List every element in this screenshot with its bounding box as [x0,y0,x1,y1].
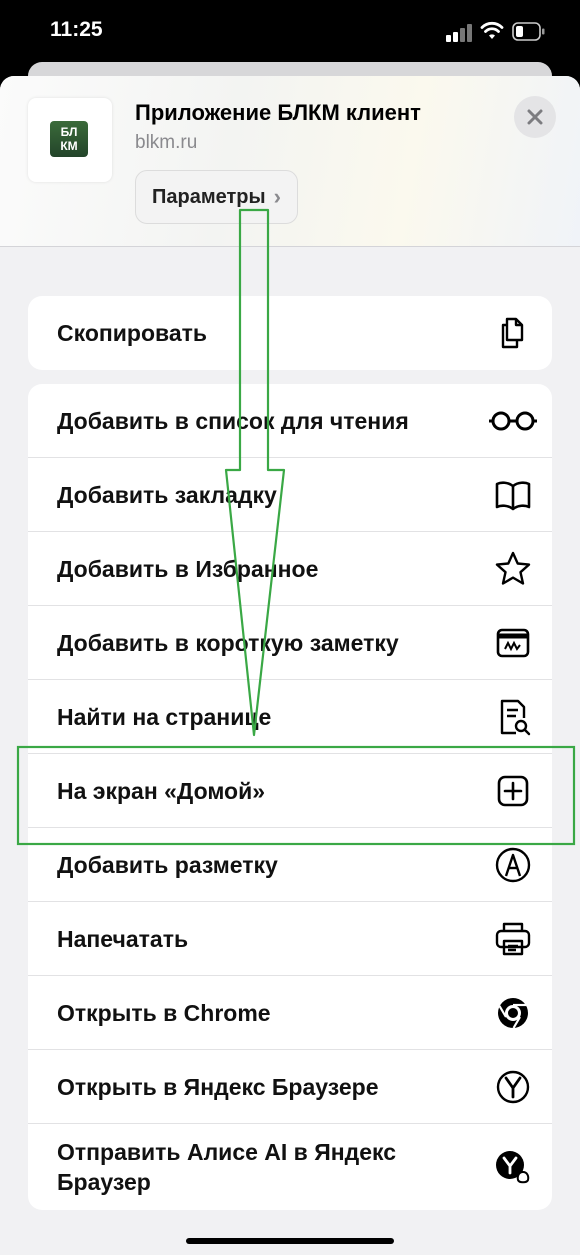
copy-icon [494,314,532,352]
copy-card: Скопировать [28,296,552,370]
menu-item-bookmark[interactable]: Добавить закладку [28,458,552,532]
menu-item-label: Найти на странице [57,703,272,730]
menu-item-send-to-alice[interactable]: Отправить Алисе AI в Яндекс Браузер [28,1124,552,1210]
logo-text-bottom: КМ [60,139,78,153]
home-indicator [186,1238,394,1244]
actions-card: Добавить в список для чтения Добавить за… [28,384,552,1210]
chrome-icon [494,994,532,1032]
menu-item-label: Добавить в Избранное [57,555,319,582]
add-square-icon [494,772,532,810]
menu-item-favorites[interactable]: Добавить в Избранное [28,532,552,606]
close-button[interactable] [514,96,556,138]
menu-item-add-to-home-screen[interactable]: На экран «Домой» [28,754,552,828]
cellular-signal-icon [446,24,474,42]
battery-icon [512,22,545,41]
menu-item-label: Открыть в Яндекс Браузере [57,1073,379,1100]
options-button[interactable]: Параметры › [135,170,298,224]
app-url: blkm.ru [135,132,198,153]
menu-item-label: Напечатать [57,925,189,952]
menu-item-label: На экран «Домой» [57,777,266,804]
menu-item-label: Открыть в Chrome [57,999,271,1026]
alice-icon [494,1148,532,1186]
menu-item-label: Добавить в короткую заметку [57,629,399,656]
share-sheet-header: БЛ КМ Приложение БЛКМ клиент blkm.ru Пар… [0,76,580,247]
close-icon [527,109,543,125]
book-icon [494,476,532,514]
find-in-page-icon [494,698,532,736]
logo-text-top: БЛ [60,125,78,139]
menu-item-copy[interactable]: Скопировать [28,296,552,370]
app-icon: БЛ КМ [28,98,112,182]
menu-item-find-on-page[interactable]: Найти на странице [28,680,552,754]
menu-item-label: Скопировать [57,320,208,346]
menu-item-label: Добавить разметку [57,851,278,878]
menu-item-label: Отправить Алисе AI в Яндекс Браузер [57,1139,397,1195]
menu-item-label: Добавить в список для чтения [57,407,409,434]
quick-note-icon [494,624,532,662]
share-sheet: БЛ КМ Приложение БЛКМ клиент blkm.ru Пар… [0,76,580,1255]
blkm-logo: БЛ КМ [50,121,88,157]
app-title: Приложение БЛКМ клиент [135,100,421,125]
menu-item-open-in-yandex-browser[interactable]: Открыть в Яндекс Браузере [28,1050,552,1124]
options-button-label: Параметры [152,185,266,208]
chevron-right-icon: › [273,184,281,209]
glasses-icon [488,402,538,440]
star-icon [494,550,532,588]
yandex-browser-icon [494,1068,532,1106]
wifi-icon [480,21,504,39]
menu-item-label: Добавить закладку [57,481,277,508]
menu-item-markup[interactable]: Добавить разметку [28,828,552,902]
printer-icon [494,920,532,958]
menu-item-quick-note[interactable]: Добавить в короткую заметку [28,606,552,680]
status-time: 11:25 [50,18,103,41]
status-bar: 11:25 [0,0,580,66]
menu-item-print[interactable]: Напечатать [28,902,552,976]
menu-item-open-in-chrome[interactable]: Открыть в Chrome [28,976,552,1050]
menu-item-reading-list[interactable]: Добавить в список для чтения [28,384,552,458]
markup-icon [494,846,532,884]
